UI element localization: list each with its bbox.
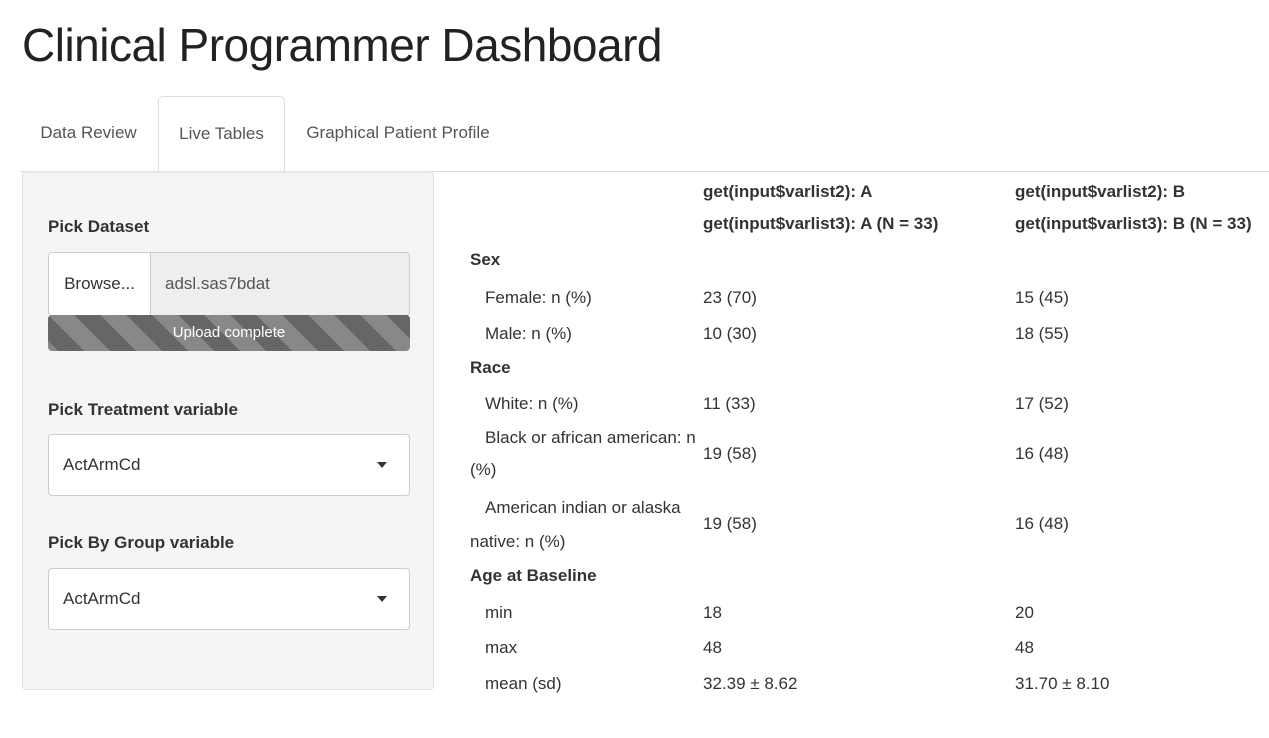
chevron-down-icon [377, 596, 387, 602]
cell-mean-b: 31.70 ± 8.10 [1015, 674, 1110, 693]
cell-male-b: 18 (55) [1015, 324, 1069, 343]
file-input[interactable]: Browse... adsl.sas7bdat [48, 252, 410, 316]
sidebar-panel: Pick Dataset Browse... adsl.sas7bdat Upl… [22, 171, 434, 690]
tab-live-tables[interactable]: Live Tables [158, 96, 285, 172]
tab-bar: Data Review Live Tables Graphical Patien… [20, 96, 1269, 172]
section-race: Race [470, 358, 511, 377]
by-group-select[interactable]: ActArmCd [48, 568, 410, 630]
cell-white-a: 11 (33) [703, 394, 756, 413]
cell-black-b: 16 (48) [1015, 444, 1069, 463]
file-name-field: adsl.sas7bdat [165, 274, 270, 293]
column-header-b-line1: get(input$varlist2): B [1015, 182, 1186, 201]
column-header-a-line1: get(input$varlist2): A [703, 182, 873, 201]
tab-graphical-patient-profile[interactable]: Graphical Patient Profile [288, 96, 508, 170]
row-label-male: Male: n (%) [485, 324, 572, 343]
page-title: Clinical Programmer Dashboard [22, 19, 662, 71]
row-label-min: min [485, 603, 513, 622]
page: Clinical Programmer Dashboard Data Revie… [0, 0, 1269, 738]
cell-black-a: 19 (58) [703, 444, 757, 463]
treatment-select[interactable]: ActArmCd [48, 434, 410, 496]
cell-max-b: 48 [1015, 638, 1034, 657]
cell-white-b: 17 (52) [1015, 394, 1069, 413]
cell-female-a: 23 (70) [703, 288, 757, 307]
treatment-select-value: ActArmCd [63, 455, 141, 474]
row-label-white: White: n (%) [485, 394, 579, 413]
row-label-max: max [485, 638, 518, 657]
section-age: Age at Baseline [470, 566, 597, 585]
column-header-a-line2: get(input$varlist3): A (N = 33) [703, 214, 939, 233]
pick-dataset-label: Pick Dataset [48, 217, 150, 236]
upload-progress-bar: Upload complete [48, 315, 410, 351]
tab-data-review[interactable]: Data Review [20, 96, 157, 170]
row-label-amind-line2: native: n (%) [470, 532, 566, 551]
cell-min-b: 20 [1015, 603, 1034, 622]
section-sex: Sex [470, 250, 501, 269]
column-header-b-line2: get(input$varlist3): B (N = 33) [1015, 214, 1252, 233]
row-label-black-line1: Black or african american: n [485, 428, 696, 447]
row-label-amind-line1: American indian or alaska [485, 498, 681, 517]
row-label-mean: mean (sd) [485, 674, 562, 693]
cell-min-a: 18 [703, 603, 722, 622]
cell-mean-a: 32.39 ± 8.62 [703, 674, 798, 693]
cell-max-a: 48 [703, 638, 722, 657]
pick-by-group-label: Pick By Group variable [48, 533, 235, 552]
browse-button[interactable]: Browse... [49, 253, 151, 315]
pick-treatment-label: Pick Treatment variable [48, 400, 238, 419]
cell-female-b: 15 (45) [1015, 288, 1069, 307]
cell-amind-b: 16 (48) [1015, 514, 1069, 533]
chevron-down-icon [377, 462, 387, 468]
by-group-select-value: ActArmCd [63, 589, 141, 608]
cell-amind-a: 19 (58) [703, 514, 757, 533]
row-label-black-line2: (%) [470, 460, 497, 479]
row-label-female: Female: n (%) [485, 288, 592, 307]
cell-male-a: 10 (30) [703, 324, 757, 343]
